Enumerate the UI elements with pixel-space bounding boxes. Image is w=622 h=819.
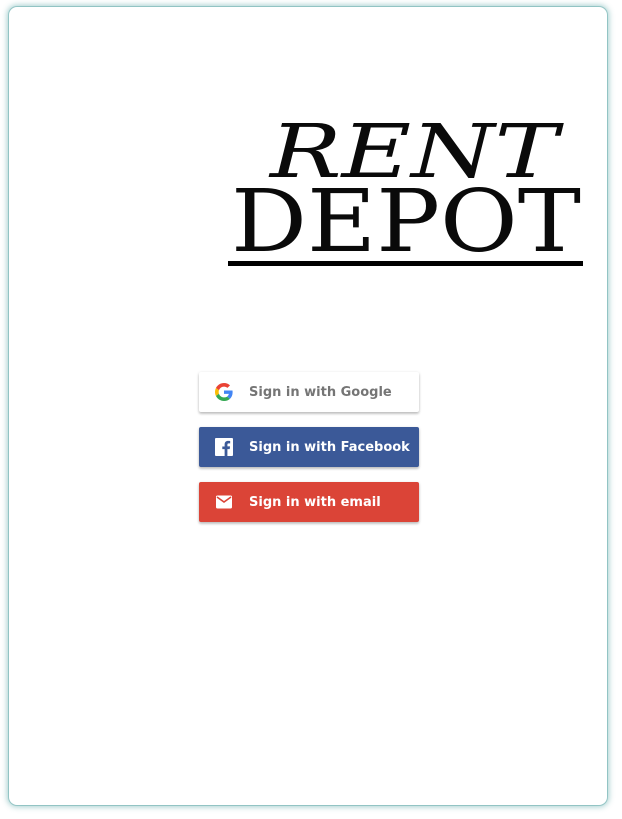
login-card: RENT DEPOT Sign in with Google Sign in w… <box>9 7 607 805</box>
logo-underline <box>228 261 583 266</box>
google-button-label: Sign in with Google <box>249 384 392 400</box>
sign-in-email-button[interactable]: Sign in with email <box>199 482 419 522</box>
logo-line-depot: DEPOT <box>231 172 581 269</box>
logo-wordmark: RENT DEPOT <box>228 109 583 269</box>
rent-depot-logo: RENT DEPOT <box>228 99 583 269</box>
sign-in-facebook-button[interactable]: Sign in with Facebook <box>199 427 419 467</box>
sign-in-google-button[interactable]: Sign in with Google <box>199 372 419 412</box>
envelope-icon <box>215 493 233 511</box>
facebook-button-label: Sign in with Facebook <box>249 439 410 455</box>
facebook-f-icon <box>215 438 233 456</box>
email-button-label: Sign in with email <box>249 494 381 510</box>
google-g-icon <box>215 383 233 401</box>
